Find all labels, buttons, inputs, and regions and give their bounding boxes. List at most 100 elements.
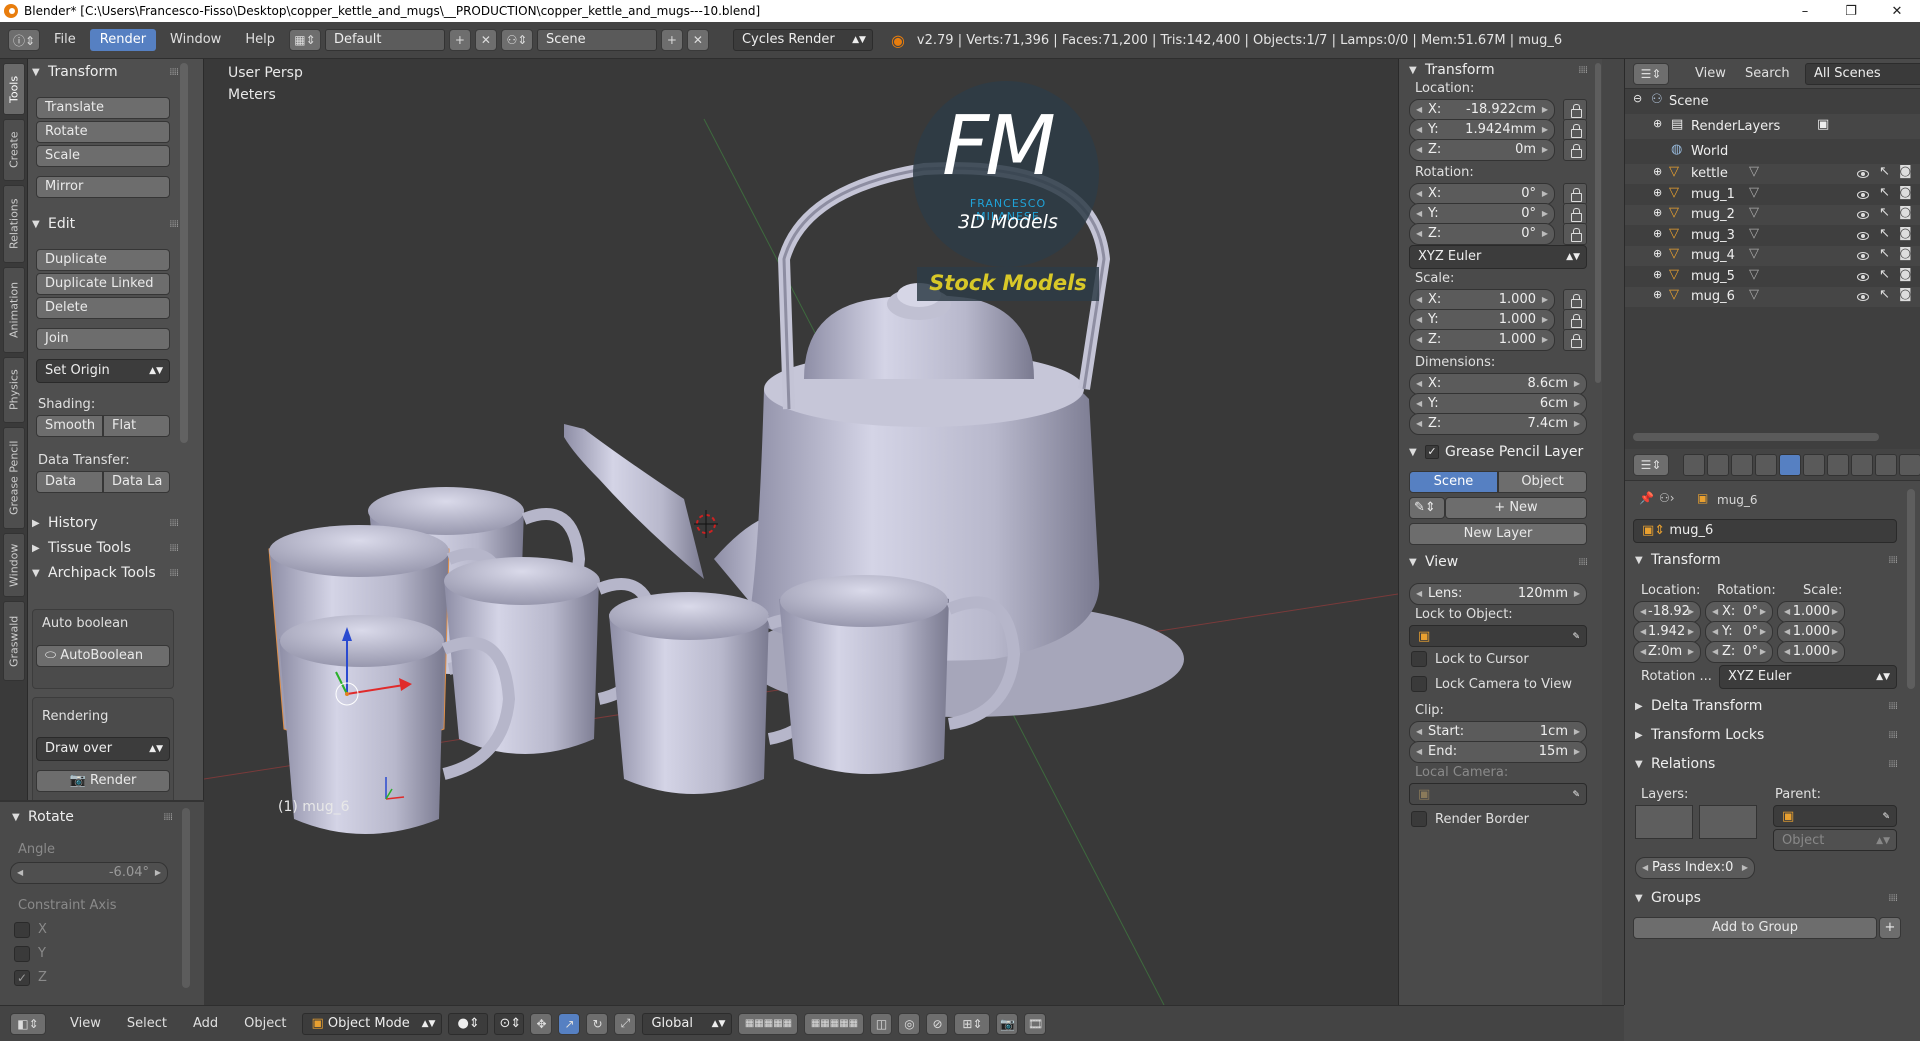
expand-icon[interactable]: ⊕	[1653, 186, 1662, 199]
render-camera-icon[interactable]: ◙	[1899, 164, 1912, 179]
selectable-cursor-icon[interactable]: ↖	[1879, 205, 1890, 220]
history-panel-header[interactable]: ▶ History ⁞⁞⁞⁞	[32, 512, 179, 534]
menu-render[interactable]: Render	[89, 29, 157, 51]
scene-layers-right[interactable]: ▦▦▦▦▦	[804, 1012, 865, 1035]
draw-over-dropdown[interactable]: Draw over ▲▼	[36, 737, 170, 761]
location-x-field[interactable]: ◀ X: -18.922cm ▶	[1409, 99, 1555, 121]
close-button[interactable]: ✕	[1874, 4, 1920, 19]
modifiers-context-icon[interactable]	[1827, 454, 1849, 476]
expand-icon[interactable]: ⊕	[1653, 288, 1662, 301]
props-scale-field[interactable]: ◀ 1.000 ▶	[1777, 641, 1845, 663]
selectable-cursor-icon[interactable]: ↖	[1879, 267, 1890, 282]
outliner-row-kettle[interactable]: ⊕ ▽ kettle ▽ ↖ ◙	[1625, 164, 1920, 184]
grease-pencil-toggle-checkbox[interactable]: ✓	[1425, 445, 1439, 459]
manipulator-toggle-icon[interactable]: ✥	[530, 1012, 553, 1035]
scene-context-icon[interactable]	[1731, 454, 1753, 476]
operator-scrollbar[interactable]	[182, 808, 190, 988]
layers-grid-right[interactable]	[1699, 805, 1757, 839]
editor-type-info-button[interactable]: ⓘ⇕	[8, 29, 40, 51]
render-context-icon[interactable]	[1683, 454, 1705, 476]
local-camera-field[interactable]: ▣ ✎	[1409, 783, 1587, 805]
viewport-menu-object[interactable]: Object	[234, 1013, 296, 1035]
props-transform-header[interactable]: ▼ Transform ⁞⁞⁞⁞	[1635, 549, 1898, 571]
minimize-button[interactable]: –	[1782, 4, 1828, 19]
render-camera-icon[interactable]: ◙	[1899, 267, 1912, 282]
constraint-x-checkbox[interactable]	[14, 922, 30, 938]
visibility-eye-icon[interactable]	[1857, 252, 1869, 260]
remove-layout-icon[interactable]: ✕	[474, 29, 497, 51]
tab-physics[interactable]: Physics	[3, 357, 25, 423]
transform-locks-header[interactable]: ▶ Transform Locks ⁞⁞⁞⁞	[1635, 724, 1898, 746]
transform-panel-header[interactable]: ▼ Transform ⁞⁞⁞⁞	[32, 61, 179, 83]
visibility-eye-icon[interactable]	[1857, 293, 1869, 301]
props-rotation-field[interactable]: ◀ Y: 0° ▶	[1705, 621, 1773, 643]
scale-manipulator-icon[interactable]: ⤢	[614, 1012, 637, 1035]
tab-relations[interactable]: Relations	[3, 185, 25, 263]
rotation-z-field[interactable]: ◀ Z: 0° ▶	[1409, 223, 1555, 245]
proportional-edit-icon[interactable]: ◎	[898, 1012, 921, 1035]
outliner-row-renderlayers[interactable]: ⊕ ▤ RenderLayers ▣	[1625, 114, 1920, 139]
outliner-row-mug-2[interactable]: ⊕ ▽ mug_2 ▽ ↖ ◙	[1625, 205, 1920, 225]
object-context-icon[interactable]	[1779, 454, 1801, 476]
flat-button[interactable]: Flat	[103, 415, 170, 437]
pin-icon[interactable]: 📌	[1639, 491, 1654, 505]
lock-scale-y-icon[interactable]	[1563, 309, 1587, 331]
grease-pencil-header[interactable]: ▼ ✓ Grease Pencil Layer	[1409, 441, 1587, 463]
n-transform-header[interactable]: ▼ Transform ⁞⁞⁞⁞	[1409, 59, 1588, 81]
render-camera-icon[interactable]: ◙	[1899, 226, 1912, 241]
lock-rotation-x-icon[interactable]	[1563, 183, 1587, 205]
dimensions-y-field[interactable]: ◀ Y: 6cm ▶	[1409, 393, 1587, 415]
set-origin-dropdown[interactable]: Set Origin ▲▼	[36, 359, 170, 383]
scene-layers-left[interactable]: ▦▦▦▦▦	[738, 1012, 799, 1035]
menu-help[interactable]: Help	[235, 29, 285, 51]
operator-panel-header[interactable]: ▼ Rotate ⁞⁞⁞⁞	[12, 806, 173, 828]
clip-end-field[interactable]: ◀ End: 15m ▶	[1409, 741, 1587, 763]
rotation-y-field[interactable]: ◀ Y: 0° ▶	[1409, 203, 1555, 225]
lock-layers-icon[interactable]: ◫	[870, 1012, 893, 1035]
viewport-menu-select[interactable]: Select	[117, 1013, 177, 1035]
data-context-icon[interactable]	[1851, 454, 1873, 476]
visibility-eye-icon[interactable]	[1857, 272, 1869, 281]
location-y-field[interactable]: ◀ Y: 1.9424mm ▶	[1409, 119, 1555, 141]
view-panel-header[interactable]: ▼ View ⁞⁞⁞⁞	[1409, 551, 1588, 573]
new-layer-button[interactable]: New Layer	[1409, 523, 1587, 545]
tab-animation[interactable]: Animation	[3, 267, 25, 353]
add-to-group-button[interactable]: Add to Group	[1633, 917, 1877, 939]
archipack-panel-header[interactable]: ▼ Archipack Tools ⁞⁞⁞⁞	[32, 562, 179, 584]
visibility-eye-icon[interactable]	[1857, 170, 1869, 178]
render-button[interactable]: 📷 Render	[36, 770, 170, 792]
add-scene-icon[interactable]: +	[660, 29, 683, 51]
lock-rotation-z-icon[interactable]	[1563, 223, 1587, 245]
3d-cursor[interactable]	[694, 510, 718, 538]
outliner-row-mug-1[interactable]: ⊕ ▽ mug_1 ▽ ↖ ◙	[1625, 185, 1920, 205]
data-layout-button[interactable]: Data La	[103, 471, 170, 493]
lock-scale-x-icon[interactable]	[1563, 289, 1587, 311]
outliner-row-mug-4[interactable]: ⊕ ▽ mug_4 ▽ ↖ ◙	[1625, 246, 1920, 266]
screen-layout-icon[interactable]: ▦⇕	[288, 29, 321, 51]
rotate-manipulator-icon[interactable]: ↻	[586, 1012, 609, 1035]
render-border-checkbox[interactable]	[1411, 811, 1427, 827]
selectable-cursor-icon[interactable]: ↖	[1879, 226, 1890, 241]
pivot-point-dropdown[interactable]: ⊙⇕	[494, 1012, 525, 1035]
props-location-field[interactable]: ◀ -18.92 ▶	[1633, 601, 1701, 623]
data-transfer-button[interactable]: Data	[36, 471, 103, 493]
props-rotation-field[interactable]: ◀ Z: 0° ▶	[1705, 641, 1773, 663]
tool-shelf-scrollbar[interactable]	[180, 63, 188, 443]
add-group-icon[interactable]: +	[1879, 917, 1901, 939]
lock-scale-z-icon[interactable]	[1563, 329, 1587, 351]
add-layout-icon[interactable]: +	[448, 29, 471, 51]
selectable-cursor-icon[interactable]: ↖	[1879, 287, 1890, 302]
translate-button[interactable]: Translate	[36, 97, 170, 119]
tab-grease-pencil[interactable]: Grease Pencil	[3, 427, 25, 529]
menu-window[interactable]: Window	[160, 29, 231, 51]
viewport-menu-add[interactable]: Add	[183, 1013, 228, 1035]
dimensions-z-field[interactable]: ◀ Z: 7.4cm ▶	[1409, 413, 1587, 435]
grease-scene-tab[interactable]: Scene	[1409, 471, 1498, 493]
lock-camera-checkbox[interactable]	[1411, 676, 1427, 692]
outliner-h-scrollbar[interactable]	[1633, 433, 1879, 441]
visibility-eye-icon[interactable]	[1857, 231, 1869, 240]
constraint-z-checkbox[interactable]: ✓	[14, 970, 30, 986]
render-camera-icon[interactable]: ◙	[1899, 287, 1912, 302]
scale-z-field[interactable]: ◀ Z: 1.000 ▶	[1409, 329, 1555, 351]
render-camera-icon[interactable]: ◙	[1899, 185, 1912, 200]
